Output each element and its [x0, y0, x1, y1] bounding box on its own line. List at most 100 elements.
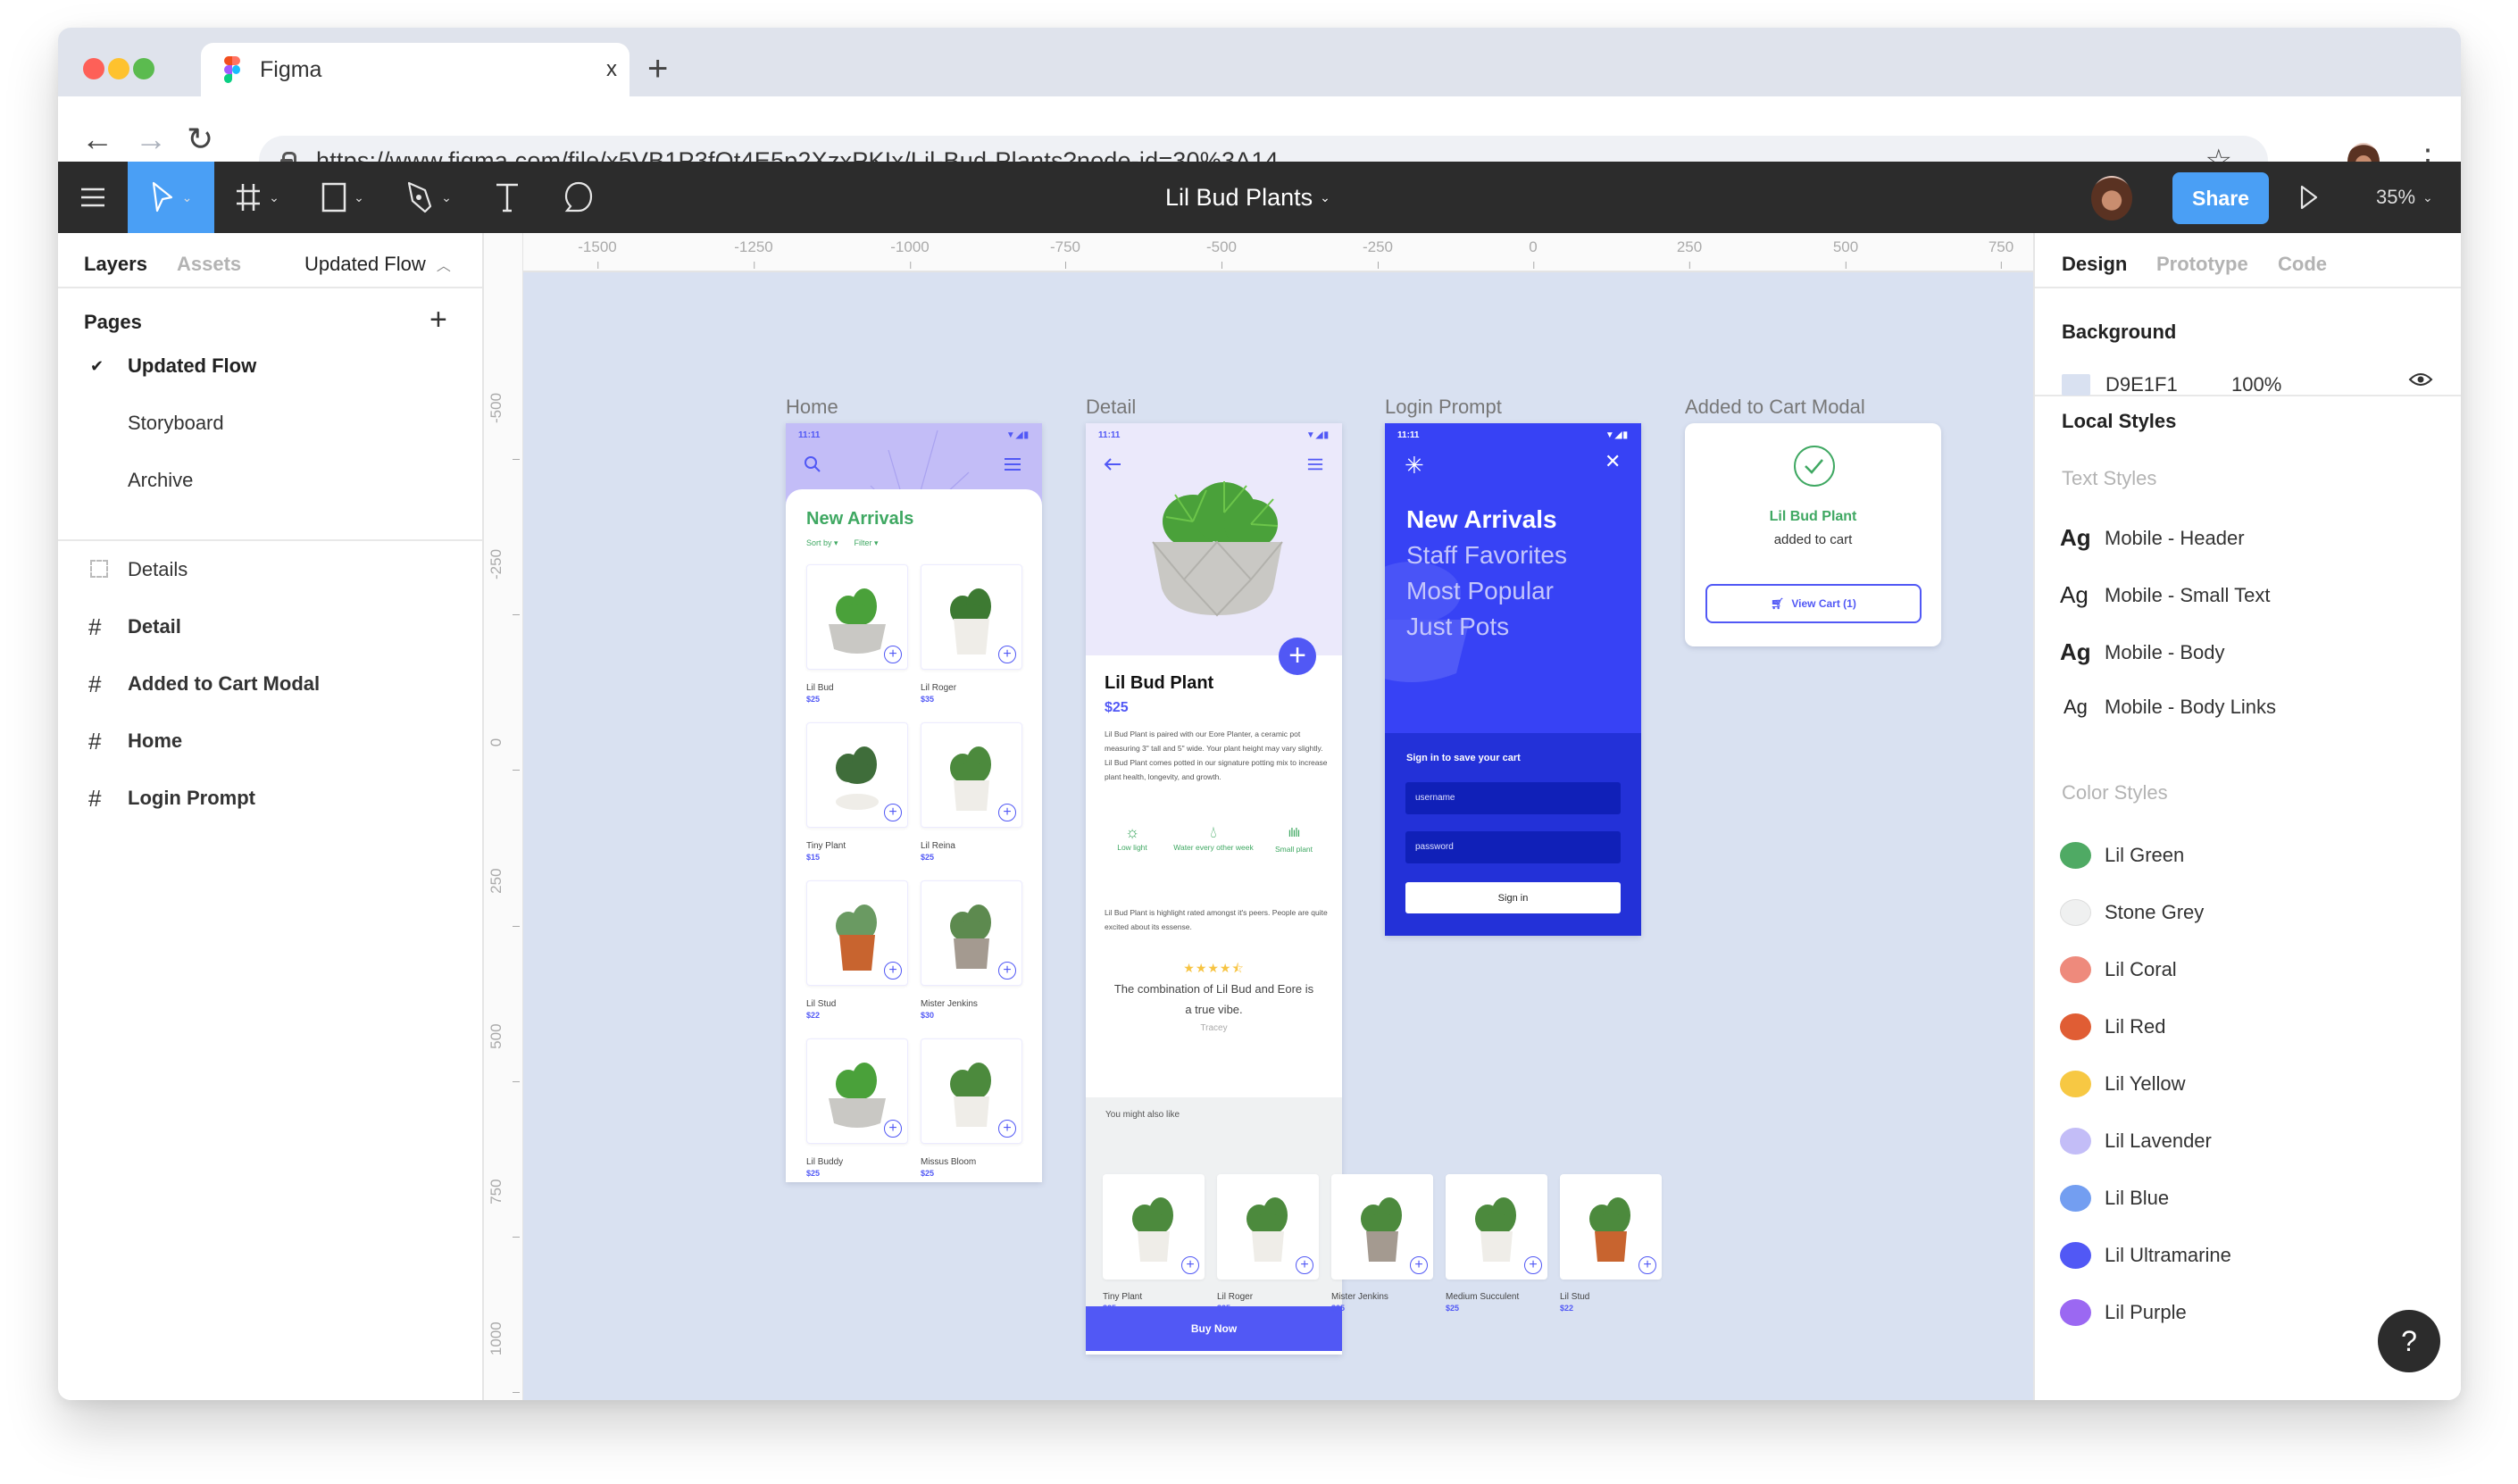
recommended-product-card[interactable]: + Lil Roger $25	[1217, 1174, 1319, 1313]
product-card[interactable]: + Lil Bud $25	[806, 564, 908, 704]
tab-code[interactable]: Code	[2278, 253, 2327, 276]
main-menu-button[interactable]	[58, 162, 128, 233]
color-style-item[interactable]: Lil Red	[2060, 1013, 2165, 1040]
add-icon[interactable]: +	[884, 1120, 902, 1138]
text-style-mobile-body[interactable]: Ag Mobile - Body	[2060, 638, 2225, 666]
color-style-item[interactable]: Lil Blue	[2060, 1185, 2169, 1212]
close-window-button[interactable]	[83, 58, 104, 79]
eye-visibility-icon[interactable]	[2408, 371, 2433, 388]
product-card[interactable]: + Lil Stud $22	[806, 880, 908, 1020]
maximize-window-button[interactable]	[133, 58, 154, 79]
zoom-level-dropdown[interactable]: 35% ⌄	[2376, 162, 2433, 233]
frame-label-detail[interactable]: Detail	[1086, 396, 1136, 419]
add-icon[interactable]: +	[998, 646, 1016, 663]
close-icon[interactable]: ✕	[1605, 450, 1621, 473]
frame-label-added-to-cart-modal[interactable]: Added to Cart Modal	[1685, 396, 1865, 419]
layer-item-login-prompt[interactable]: # Login Prompt	[58, 776, 482, 821]
hamburger-icon[interactable]	[1307, 457, 1323, 471]
username-field[interactable]: username	[1405, 782, 1621, 814]
product-card[interactable]: + Lil Reina $25	[921, 722, 1022, 862]
layer-item-added-to-cart-modal[interactable]: # Added to Cart Modal	[58, 662, 482, 706]
page-selector[interactable]: Updated Flow ︿	[304, 253, 451, 276]
text-style-mobile-small-text[interactable]: Ag Mobile - Small Text	[2060, 581, 2270, 609]
page-item-storyboard[interactable]: Storyboard	[58, 401, 482, 446]
frame-label-home[interactable]: Home	[786, 396, 838, 419]
sign-in-button[interactable]: Sign in	[1405, 882, 1621, 913]
color-style-item[interactable]: Lil Ultramarine	[2060, 1242, 2231, 1269]
add-icon[interactable]: +	[884, 962, 902, 980]
add-page-button[interactable]: +	[429, 304, 447, 335]
color-style-item[interactable]: Lil Yellow	[2060, 1071, 2186, 1097]
add-icon[interactable]: +	[1410, 1256, 1428, 1274]
help-button[interactable]: ?	[2378, 1310, 2440, 1372]
back-arrow-icon[interactable]	[1104, 457, 1121, 471]
comment-tool-button[interactable]	[543, 162, 614, 233]
add-icon[interactable]: +	[1296, 1256, 1313, 1274]
shape-tool-button[interactable]: ⌄	[300, 162, 386, 233]
recommended-product-card[interactable]: + Lil Stud $22	[1560, 1174, 1662, 1313]
page-item-updated-flow[interactable]: ✔ Updated Flow	[58, 344, 482, 388]
color-style-item[interactable]: Lil Lavender	[2060, 1128, 2212, 1155]
text-style-mobile-body-links[interactable]: Ag Mobile - Body Links	[2060, 696, 2276, 719]
add-icon[interactable]: +	[1181, 1256, 1199, 1274]
background-hex-input[interactable]: D9E1F1	[2105, 373, 2178, 396]
sort-by-dropdown[interactable]: Sort by ▾	[806, 538, 838, 548]
document-title-menu[interactable]: Lil Bud Plants ⌄	[1165, 162, 1330, 233]
background-color-swatch[interactable]	[2062, 374, 2090, 396]
frame-tool-button[interactable]: ⌄	[214, 162, 300, 233]
page-item-archive[interactable]: Archive	[58, 458, 482, 503]
reload-icon[interactable]: ↻	[187, 121, 213, 157]
user-avatar[interactable]	[2091, 176, 2132, 221]
product-card[interactable]: + Mister Jenkins $30	[921, 880, 1022, 1020]
menu-link-most-popular[interactable]: Most Popular	[1406, 577, 1554, 605]
pen-tool-button[interactable]: ⌄	[386, 162, 471, 233]
forward-arrow-icon[interactable]: →	[135, 121, 167, 157]
browser-tab[interactable]: Figma x	[201, 43, 630, 96]
search-icon[interactable]	[804, 455, 821, 473]
password-field[interactable]: password	[1405, 831, 1621, 863]
product-card[interactable]: + Lil Buddy $25	[806, 1038, 908, 1178]
recommended-product-card[interactable]: + Tiny Plant $25	[1103, 1174, 1205, 1313]
add-icon[interactable]: +	[998, 1120, 1016, 1138]
layer-item-detail[interactable]: # Detail	[58, 604, 482, 649]
tab-prototype[interactable]: Prototype	[2156, 253, 2248, 276]
minimize-window-button[interactable]	[108, 58, 129, 79]
design-canvas[interactable]: Home Detail Login Prompt Added to Cart M…	[523, 272, 2033, 1400]
color-style-item[interactable]: Lil Purple	[2060, 1299, 2187, 1326]
move-tool-button[interactable]: ⌄	[128, 162, 214, 233]
menu-link-staff-favorites[interactable]: Staff Favorites	[1406, 541, 1567, 570]
add-icon[interactable]: +	[884, 646, 902, 663]
add-to-cart-fab[interactable]: +	[1279, 638, 1316, 675]
color-style-item[interactable]: Lil Green	[2060, 842, 2184, 869]
layer-item-home[interactable]: # Home	[58, 719, 482, 763]
product-card[interactable]: + Lil Roger $35	[921, 564, 1022, 704]
filter-dropdown[interactable]: Filter ▾	[855, 538, 879, 548]
recommended-product-card[interactable]: + Mister Jenkins $25	[1331, 1174, 1433, 1313]
login-prompt-frame[interactable]: 11:11 ▼◢▮ ✳ ✕ New Arrivals Staff Favorit…	[1385, 423, 1641, 936]
tab-design[interactable]: Design	[2062, 253, 2127, 276]
text-style-mobile-header[interactable]: Ag Mobile - Header	[2060, 524, 2245, 552]
hamburger-icon[interactable]	[1004, 457, 1021, 471]
tab-layers[interactable]: Layers	[84, 253, 147, 276]
buy-now-button[interactable]: Buy Now	[1086, 1306, 1342, 1351]
layer-item-details[interactable]: Details	[58, 547, 482, 592]
home-frame[interactable]: 11:11 ▼◢▮ New Arrivals Sort by ▾ Filter …	[786, 423, 1042, 1182]
recommended-product-card[interactable]: + Medium Succulent $25	[1446, 1174, 1547, 1313]
text-tool-button[interactable]	[471, 162, 543, 233]
color-style-item[interactable]: Lil Coral	[2060, 956, 2177, 983]
add-icon[interactable]: +	[1524, 1256, 1542, 1274]
frame-label-login-prompt[interactable]: Login Prompt	[1385, 396, 1502, 419]
add-icon[interactable]: +	[998, 962, 1016, 980]
menu-link-new-arrivals[interactable]: New Arrivals	[1406, 505, 1557, 534]
added-to-cart-modal-frame[interactable]: Lil Bud Plant added to cart 🛒︎ View Cart…	[1685, 423, 1941, 646]
add-icon[interactable]: +	[884, 804, 902, 821]
view-cart-button[interactable]: 🛒︎ View Cart (1)	[1705, 584, 1922, 623]
background-opacity-input[interactable]: 100%	[2231, 373, 2281, 396]
product-card[interactable]: + Tiny Plant $15	[806, 722, 908, 862]
tab-close-icon[interactable]: x	[594, 57, 630, 82]
present-button[interactable]	[2299, 162, 2319, 233]
tab-assets[interactable]: Assets	[177, 253, 241, 276]
product-card[interactable]: + Missus Bloom $25	[921, 1038, 1022, 1178]
share-button[interactable]: Share	[2172, 172, 2269, 224]
color-style-item[interactable]: Stone Grey	[2060, 899, 2204, 926]
